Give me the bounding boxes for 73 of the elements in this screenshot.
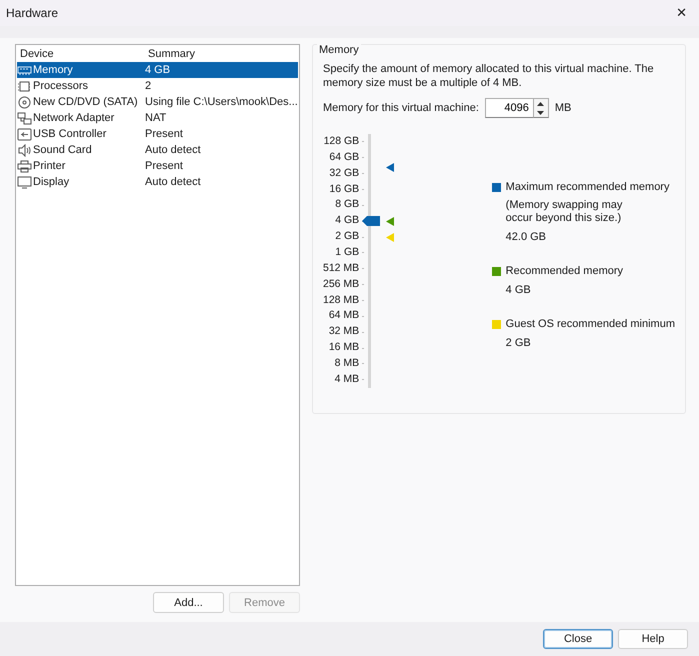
device-summary: NAT <box>145 112 168 124</box>
memory-chip-icon <box>17 64 32 76</box>
device-summary: 4 GB <box>145 64 172 76</box>
legend-label: Recommended memory <box>506 265 624 278</box>
network-icon <box>17 112 32 124</box>
device-row[interactable]: Network Adapter NAT <box>17 110 298 126</box>
device-row[interactable]: Display Auto detect <box>17 174 298 190</box>
device-name: Printer <box>33 160 66 172</box>
device-summary: Present <box>145 128 184 140</box>
device-summary: Auto detect <box>145 176 202 188</box>
device-name: Processors <box>33 80 88 92</box>
arrow-down-icon <box>537 110 544 114</box>
printer-icon <box>17 160 32 172</box>
window-title: Hardware <box>6 6 58 20</box>
group-title: Memory <box>317 44 361 56</box>
scale-label: 32 GB <box>328 166 360 181</box>
scale-label: 8 MB <box>334 356 360 372</box>
close-dialog-button[interactable]: Close <box>543 629 613 649</box>
column-header[interactable]: Device <box>17 48 145 60</box>
scale-label: 64 MB <box>328 308 360 324</box>
scale-label: 256 MB <box>323 276 360 292</box>
column-header[interactable]: Summary <box>145 48 298 60</box>
device-name: Network Adapter <box>33 112 114 124</box>
slider-thumb[interactable] <box>362 216 380 226</box>
speaker-icon <box>17 144 32 156</box>
monitor-icon <box>17 176 32 188</box>
scale-label: 64 GB <box>328 150 360 165</box>
scale-label: 512 MB <box>323 260 360 276</box>
description-text: Specify the amount of memory allocated to this virtual machine. The memory size must be a multiple of 4 MB. <box>323 62 655 90</box>
arrow-up-icon <box>537 102 544 106</box>
close-button[interactable]: ✕ <box>672 6 691 20</box>
device-summary: 2 <box>145 80 152 92</box>
scale-label: 128 GB <box>323 134 360 149</box>
disc-icon <box>17 96 32 108</box>
device-row[interactable]: Memory 4 GB <box>17 62 298 78</box>
spin-up-button[interactable] <box>534 99 548 108</box>
device-row[interactable]: Processors 2 <box>17 78 298 94</box>
unit-label: MB <box>554 102 572 114</box>
device-row[interactable]: New CD/DVD (SATA) Using file C:\Users\mook\Des... <box>17 94 298 110</box>
legend-value: 4 GB <box>506 284 532 297</box>
device-row[interactable]: USB Controller Present <box>17 126 298 142</box>
device-summary: Auto detect <box>145 144 202 156</box>
scale-label: 8 GB <box>334 197 360 212</box>
legend-value: 42.0 GB <box>506 231 548 244</box>
scale-label: 128 MB <box>323 292 360 308</box>
scale-label: 16 GB <box>328 182 360 197</box>
device-name: Memory <box>33 64 73 76</box>
device-row[interactable]: Sound Card Auto detect <box>17 142 298 158</box>
device-name: Sound Card <box>33 144 92 156</box>
device-name: Display <box>33 176 70 188</box>
add-button[interactable]: Add... <box>153 592 224 613</box>
scale-label: 4 GB <box>334 213 360 228</box>
spin-down-button[interactable] <box>534 108 548 117</box>
device-name: New CD/DVD (SATA) <box>33 96 138 108</box>
device-summary: Present <box>145 160 184 172</box>
scale-label: 32 MB <box>328 324 360 340</box>
scale-label: 1 GB <box>334 245 360 260</box>
scale-label: 2 GB <box>334 229 360 244</box>
memory-value-field[interactable]: 4096 <box>484 98 533 118</box>
field-label: Memory for this virtual machine: <box>323 102 479 114</box>
device-summary: Using file C:\Users\mook\Des... <box>145 96 298 108</box>
spinner[interactable] <box>532 98 549 118</box>
scale-label: 16 MB <box>328 340 360 356</box>
usb-icon <box>17 128 32 140</box>
scale-label: 4 MB <box>334 372 360 387</box>
device-name: USB Controller <box>33 128 106 140</box>
legend-note: (Memory swapping may occur beyond this size.) <box>506 199 624 225</box>
legend-label: Maximum recommended memory <box>506 181 670 194</box>
device-row[interactable]: Printer Present <box>17 158 298 174</box>
legend-value: 2 GB <box>506 337 532 350</box>
processor-chip-icon <box>17 80 32 92</box>
legend-label: Guest OS recommended minimum <box>506 318 675 331</box>
help-button[interactable]: Help <box>618 629 688 649</box>
